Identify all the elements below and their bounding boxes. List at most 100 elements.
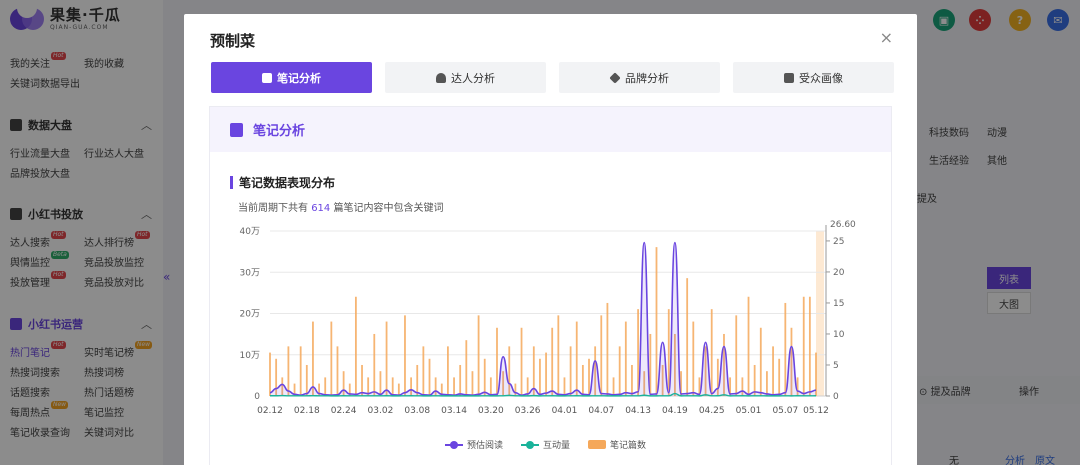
x-tick-label: 03.14 <box>441 406 467 416</box>
panel-title: 笔记分析 <box>253 124 306 139</box>
bar-note-count <box>581 364 584 396</box>
bar-note-count <box>655 247 658 396</box>
bar-note-count <box>428 358 431 396</box>
bar-note-count <box>747 296 750 396</box>
bar-note-count <box>545 352 547 396</box>
bar-note-count <box>808 296 811 396</box>
bar-note-count <box>600 315 603 396</box>
bar-note-count <box>631 364 633 396</box>
legend-reads[interactable]: 预估阅读 <box>445 438 503 451</box>
x-tick-label: 05.01 <box>736 406 762 416</box>
y-left-tick-label: 10万 <box>240 351 260 361</box>
bar-note-count <box>778 358 781 396</box>
y-left-tick-label: 20万 <box>240 310 260 320</box>
panel-header: 笔记分析 <box>210 107 891 152</box>
bar-note-count <box>287 346 290 396</box>
x-tick-label: 02.18 <box>294 406 320 416</box>
note-analysis-panel: 笔记分析 笔记数据表现分布 当前周期下共有 614 篇笔记内容中包含关键词 0 1… <box>209 106 892 465</box>
x-tick-label: 04.01 <box>552 406 578 416</box>
bar-note-count <box>496 327 498 396</box>
x-tick-label: 02.24 <box>331 406 357 416</box>
section-title: 笔记数据表现分布 <box>230 174 335 191</box>
bar-note-count <box>373 333 376 396</box>
diamond-icon <box>609 71 621 84</box>
bar-note-count <box>575 321 578 396</box>
bar-note-count <box>361 364 363 396</box>
tab-audience-profile[interactable]: 受众画像 <box>733 62 894 93</box>
bar-note-count <box>447 346 449 396</box>
x-tick-label: 05.07 <box>772 406 798 416</box>
bar-note-count <box>692 321 695 396</box>
id-card-icon <box>784 72 794 83</box>
bar-note-count <box>330 321 333 396</box>
person-icon <box>436 72 446 83</box>
x-tick-label: 03.26 <box>515 406 541 416</box>
bar-note-count <box>324 377 327 396</box>
x-tick-label: 04.19 <box>662 406 688 416</box>
bar-note-count <box>606 302 609 396</box>
bar-note-count <box>397 383 400 396</box>
x-tick-label: 03.20 <box>478 406 504 416</box>
y-right-tick-label: 15 <box>833 299 844 309</box>
bar-note-count <box>385 321 388 396</box>
bar-note-count <box>612 377 615 396</box>
bar-note-count <box>422 346 425 396</box>
tab-note-analysis[interactable]: 笔记分析 <box>211 62 372 93</box>
x-tick-label: 05.12 <box>803 406 829 416</box>
bar-note-count <box>269 352 271 396</box>
bar-note-count <box>336 346 339 396</box>
section-summary: 当前周期下共有 614 篇笔记内容中包含关键词 <box>238 203 444 214</box>
bar-note-count <box>465 340 468 396</box>
bar-note-count <box>459 364 462 396</box>
bar-note-count <box>588 358 590 396</box>
bar-note-count <box>772 346 774 396</box>
note-performance-chart[interactable]: 0 10万 20万 30万 40万 0 5 10 15 20 25 26.60 02.12 02.18 02… <box>210 217 893 437</box>
bar-note-count <box>379 371 382 396</box>
x-tick-label: 04.25 <box>699 406 725 416</box>
keyword-analysis-modal: 预制菜 × 笔记分析 达人分析 品牌分析 受众画像 笔记分析 笔记数据表现分布 … <box>184 14 917 465</box>
bar-note-count <box>686 278 689 396</box>
bar-note-count <box>557 315 560 396</box>
close-icon[interactable]: × <box>880 28 893 47</box>
bar-note-count <box>404 315 406 396</box>
bar-note-count <box>618 346 621 396</box>
bar-note-count <box>569 346 572 396</box>
bar-note-count <box>759 327 762 396</box>
y-right-tick-label: 20 <box>833 268 845 278</box>
bar-note-count <box>539 358 541 396</box>
bar-note-count <box>802 296 805 396</box>
legend-note-count[interactable]: 笔记篇数 <box>588 438 646 451</box>
note-count: 614 <box>311 203 331 214</box>
y-right-tick-label: 0 <box>833 392 839 402</box>
bookmark-icon <box>230 122 243 137</box>
y-right-tick-label: 10 <box>833 330 845 340</box>
tab-brand-analysis[interactable]: 品牌分析 <box>559 62 720 93</box>
chart-legend: 预估阅读 互动量 笔记篇数 <box>445 438 646 451</box>
tab-kol-analysis[interactable]: 达人分析 <box>385 62 546 93</box>
x-tick-label: 04.07 <box>588 406 614 416</box>
note-icon <box>262 72 272 83</box>
bar-note-count <box>483 358 486 396</box>
y-left-tick-label: 0 <box>254 392 260 402</box>
bar-note-count <box>520 327 523 396</box>
modal-title: 预制菜 <box>210 32 256 50</box>
bar-note-count <box>710 309 713 396</box>
bar-note-count <box>416 364 419 396</box>
legend-interactions[interactable]: 互动量 <box>521 438 570 451</box>
y-left-tick-label: 30万 <box>240 268 260 278</box>
x-tick-label: 03.08 <box>404 406 430 416</box>
x-tick-label: 02.12 <box>257 406 283 416</box>
bar-note-count <box>489 377 492 396</box>
bar-note-count <box>471 371 474 396</box>
x-tick-label: 03.02 <box>368 406 394 416</box>
bar-note-count <box>766 371 768 396</box>
bar-note-count <box>624 321 627 396</box>
bar-note-count <box>354 296 357 396</box>
y-right-tick-label: 25 <box>833 237 844 247</box>
analysis-tabs: 笔记分析 达人分析 品牌分析 受众画像 <box>211 62 894 93</box>
bar-note-count <box>312 321 314 396</box>
bar-note-count <box>784 302 787 396</box>
y-left-tick-label: 40万 <box>240 227 260 237</box>
bar-note-count <box>551 327 554 396</box>
x-tick-label: 04.13 <box>625 406 651 416</box>
